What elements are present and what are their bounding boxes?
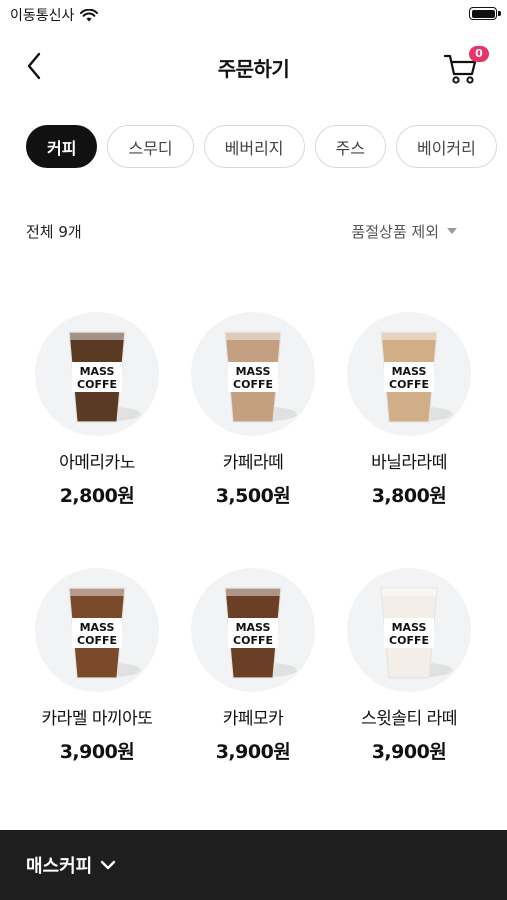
product-price: 3,900원: [59, 741, 135, 763]
svg-text:MASS: MASS: [236, 621, 271, 634]
svg-text:MASS: MASS: [80, 365, 115, 378]
tab-beverage[interactable]: 베버리지: [203, 125, 305, 168]
product-card[interactable]: MASS COFFE 카라멜 마끼아또 3,900원: [19, 566, 175, 764]
status-bar: 이동통신사: [0, 0, 507, 28]
svg-text:COFFE: COFFE: [389, 634, 429, 647]
tab-label: 스무디: [128, 138, 173, 158]
product-image: MASS COFFE: [33, 310, 161, 438]
category-tabs: 커피 스무디 베버리지 주스 베이커리: [26, 125, 507, 169]
total-count: 전체 9개: [26, 222, 82, 241]
chevron-down-icon: [101, 860, 116, 870]
product-card[interactable]: MASS COFFE 스윗솔티 라떼 3,900원: [331, 566, 487, 764]
tab-smoothie[interactable]: 스무디: [107, 125, 194, 168]
filter-row: 전체 9개 품절상품 제외: [26, 218, 457, 244]
product-card[interactable]: MASS COFFE 바닐라라떼 3,800원: [331, 310, 487, 508]
product-card[interactable]: MASS COFFE 아메리카노 2,800원: [19, 310, 175, 508]
svg-text:COFFE: COFFE: [233, 378, 273, 391]
product-name: 카페모카: [222, 709, 284, 729]
bottom-bar: 매스커피: [0, 830, 507, 900]
product-image: MASS COFFE: [189, 566, 317, 694]
cart-button[interactable]: 0: [443, 46, 489, 86]
product-card[interactable]: MASS COFFE 카페모카 3,900원: [175, 566, 331, 764]
svg-text:MASS: MASS: [80, 621, 115, 634]
store-name: 매스커피: [26, 856, 93, 877]
battery-cap: [498, 11, 501, 16]
svg-text:COFFE: COFFE: [233, 634, 273, 647]
product-image: MASS COFFE: [345, 310, 473, 438]
product-name: 카페라떼: [222, 453, 284, 473]
cart-count-badge: 0: [469, 46, 489, 62]
product-image: MASS COFFE: [345, 566, 473, 694]
product-price: 3,900원: [215, 741, 291, 763]
tab-bakery[interactable]: 베이커리: [395, 125, 497, 168]
svg-text:COFFE: COFFE: [77, 378, 117, 391]
product-image: MASS COFFE: [189, 310, 317, 438]
product-price: 2,800원: [59, 485, 135, 507]
tab-label: 베버리지: [224, 138, 284, 158]
product-name: 바닐라라떼: [371, 453, 447, 473]
store-selector[interactable]: 매스커피: [26, 852, 116, 878]
svg-text:COFFE: COFFE: [77, 634, 117, 647]
product-price: 3,900원: [371, 741, 447, 763]
carrier-label: 이동통신사: [10, 8, 75, 24]
carrier-info: 이동통신사: [10, 5, 99, 25]
product-image: MASS COFFE: [33, 566, 161, 694]
tab-label: 주스: [335, 138, 365, 158]
product-grid: MASS COFFE 아메리카노 2,800원 MASS COFFE 카페라떼 3,…: [19, 310, 489, 764]
svg-text:MASS: MASS: [236, 365, 271, 378]
caret-down-icon: [447, 228, 457, 234]
sold-out-filter-label: 품절상품 제외: [351, 222, 439, 241]
product-name: 카라멜 마끼아또: [41, 709, 153, 729]
tab-label: 커피: [47, 138, 77, 158]
product-price: 3,800원: [371, 485, 447, 507]
svg-text:MASS: MASS: [392, 365, 427, 378]
svg-text:MASS: MASS: [392, 621, 427, 634]
battery-icon: [469, 7, 497, 20]
header: 주문하기 0: [0, 40, 507, 92]
page-title: 주문하기: [217, 57, 290, 81]
tab-coffee[interactable]: 커피: [26, 125, 98, 168]
svg-text:COFFE: COFFE: [389, 378, 429, 391]
sold-out-filter-dropdown[interactable]: 품절상품 제외: [351, 221, 457, 242]
product-name: 스윗솔티 라떼: [361, 709, 457, 729]
product-price: 3,500원: [215, 485, 291, 507]
product-name: 아메리카노: [59, 453, 135, 473]
tab-label: 베이커리: [416, 138, 476, 158]
product-card[interactable]: MASS COFFE 카페라떼 3,500원: [175, 310, 331, 508]
wifi-icon: [80, 8, 99, 21]
tab-juice[interactable]: 주스: [314, 125, 386, 168]
